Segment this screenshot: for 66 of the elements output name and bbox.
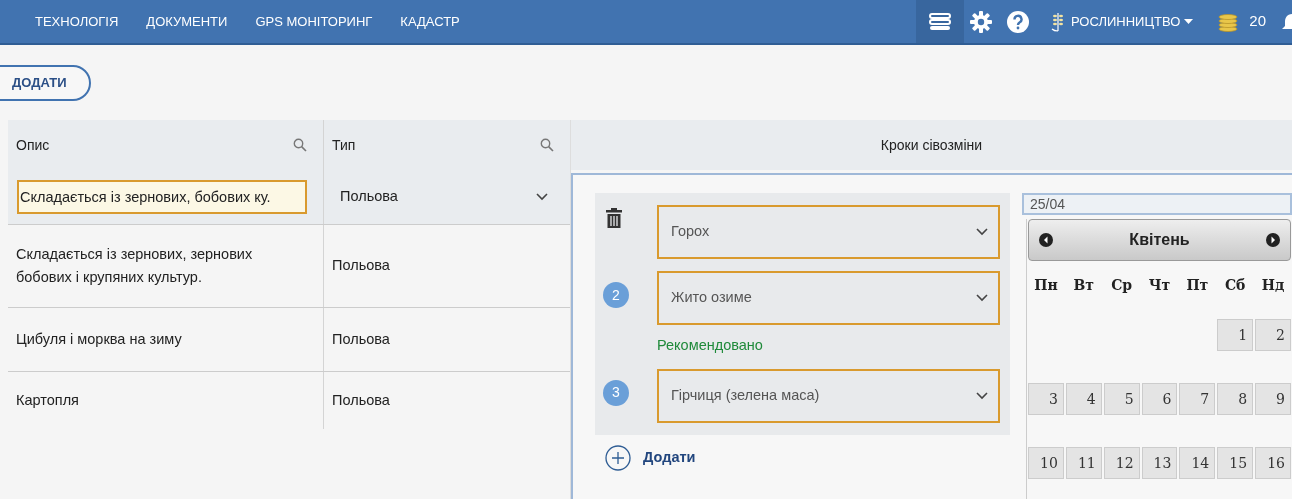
calendar-day[interactable]: 1 xyxy=(1217,319,1254,351)
calendar-day[interactable]: 10 xyxy=(1028,447,1064,479)
nav-link[interactable]: ТЕХНОЛОГІЯ xyxy=(35,11,119,32)
weekday-label: Пн xyxy=(1034,275,1058,295)
weekday-label: Ср xyxy=(1111,275,1133,295)
month-label: Квітень xyxy=(1129,230,1190,250)
stack-icon[interactable] xyxy=(915,0,964,43)
description-filter-field[interactable]: Складається із зернових, бобових ку. xyxy=(17,180,307,214)
table-cell-text: Польова xyxy=(332,390,390,410)
column-header: Опис xyxy=(16,135,50,155)
type-filter-select[interactable]: Польова xyxy=(324,180,570,214)
calendar-day[interactable]: 11 xyxy=(1065,447,1102,479)
calendar-day[interactable]: 4 xyxy=(1065,383,1102,415)
calendar-day[interactable]: 13 xyxy=(1141,447,1178,479)
chevron-down-icon xyxy=(976,228,988,236)
module-menu[interactable]: РОСЛИННИЦТВО xyxy=(1070,11,1194,32)
help-icon[interactable] xyxy=(1006,10,1029,33)
calendar-day[interactable]: 6 xyxy=(1141,383,1178,415)
calendar-day[interactable]: 14 xyxy=(1179,447,1216,479)
table-cell-text: Польова xyxy=(332,329,390,349)
search-icon[interactable] xyxy=(540,138,554,152)
next-month-icon[interactable] xyxy=(1266,233,1280,247)
nav-link[interactable]: КАДАСТР xyxy=(400,11,460,32)
nav-link[interactable]: GPS МОНІТОРИНГ xyxy=(255,11,373,32)
chevron-down-icon xyxy=(976,391,988,400)
calendar-day[interactable]: 5 xyxy=(1103,383,1140,415)
chevron-down-icon xyxy=(976,294,988,302)
column-header: Тип xyxy=(332,135,356,155)
search-icon[interactable] xyxy=(293,138,307,152)
calendar-day[interactable]: 7 xyxy=(1179,383,1216,415)
weekday-label: Пт xyxy=(1186,275,1209,295)
calendar-day[interactable]: 9 xyxy=(1255,383,1291,415)
crop-select[interactable]: Горох xyxy=(657,205,1000,259)
calendar-day[interactable]: 2 xyxy=(1255,319,1291,351)
calendar-day[interactable]: 12 xyxy=(1103,447,1140,479)
wheat-icon xyxy=(1050,10,1065,33)
plus-circle-icon[interactable] xyxy=(605,444,631,471)
coin-count: 20 xyxy=(1249,11,1266,32)
table-cell-text: Складається із зернових, зернових бобових і крупяних культур. xyxy=(16,245,254,287)
weekday-label: Нд xyxy=(1261,275,1285,295)
caret-icon xyxy=(1184,19,1194,24)
table-cell-text: Цибуля і морква на зиму xyxy=(16,330,183,349)
previous-month-icon[interactable] xyxy=(1039,233,1053,247)
panel-title: Кроки сівозміни xyxy=(880,135,983,155)
weekday-label: Сб xyxy=(1224,275,1246,295)
crop-select[interactable]: Гірчиця (зелена маса) xyxy=(657,368,1000,423)
weekday-label: Вт xyxy=(1073,275,1095,295)
calendar-day[interactable]: 16 xyxy=(1255,447,1291,479)
table-cell-text: Картопля xyxy=(16,391,80,410)
nav-link[interactable]: ДОКУМЕНТИ xyxy=(146,11,228,32)
chevron-down-icon xyxy=(536,193,548,201)
weekday-label: Чт xyxy=(1148,275,1171,295)
table-cell-text: Польова xyxy=(332,256,390,276)
bell-icon[interactable] xyxy=(1282,11,1292,32)
calendar-day[interactable]: 8 xyxy=(1217,383,1254,415)
step-number-badge: 2 xyxy=(603,282,629,308)
recommended-label: Рекомендовано xyxy=(657,336,764,355)
crop-select[interactable]: Жито озиме xyxy=(657,271,1000,325)
coins-icon xyxy=(1217,11,1240,32)
date-field[interactable]: 25/04 xyxy=(1022,193,1292,215)
trash-icon[interactable] xyxy=(606,208,622,228)
add-step-link[interactable]: Додати xyxy=(643,446,696,469)
step-number-badge: 3 xyxy=(603,379,629,406)
calendar-day[interactable]: 15 xyxy=(1217,447,1254,479)
add-button[interactable]: ДОДАТИ xyxy=(0,64,91,101)
calendar-day[interactable]: 3 xyxy=(1028,383,1064,415)
